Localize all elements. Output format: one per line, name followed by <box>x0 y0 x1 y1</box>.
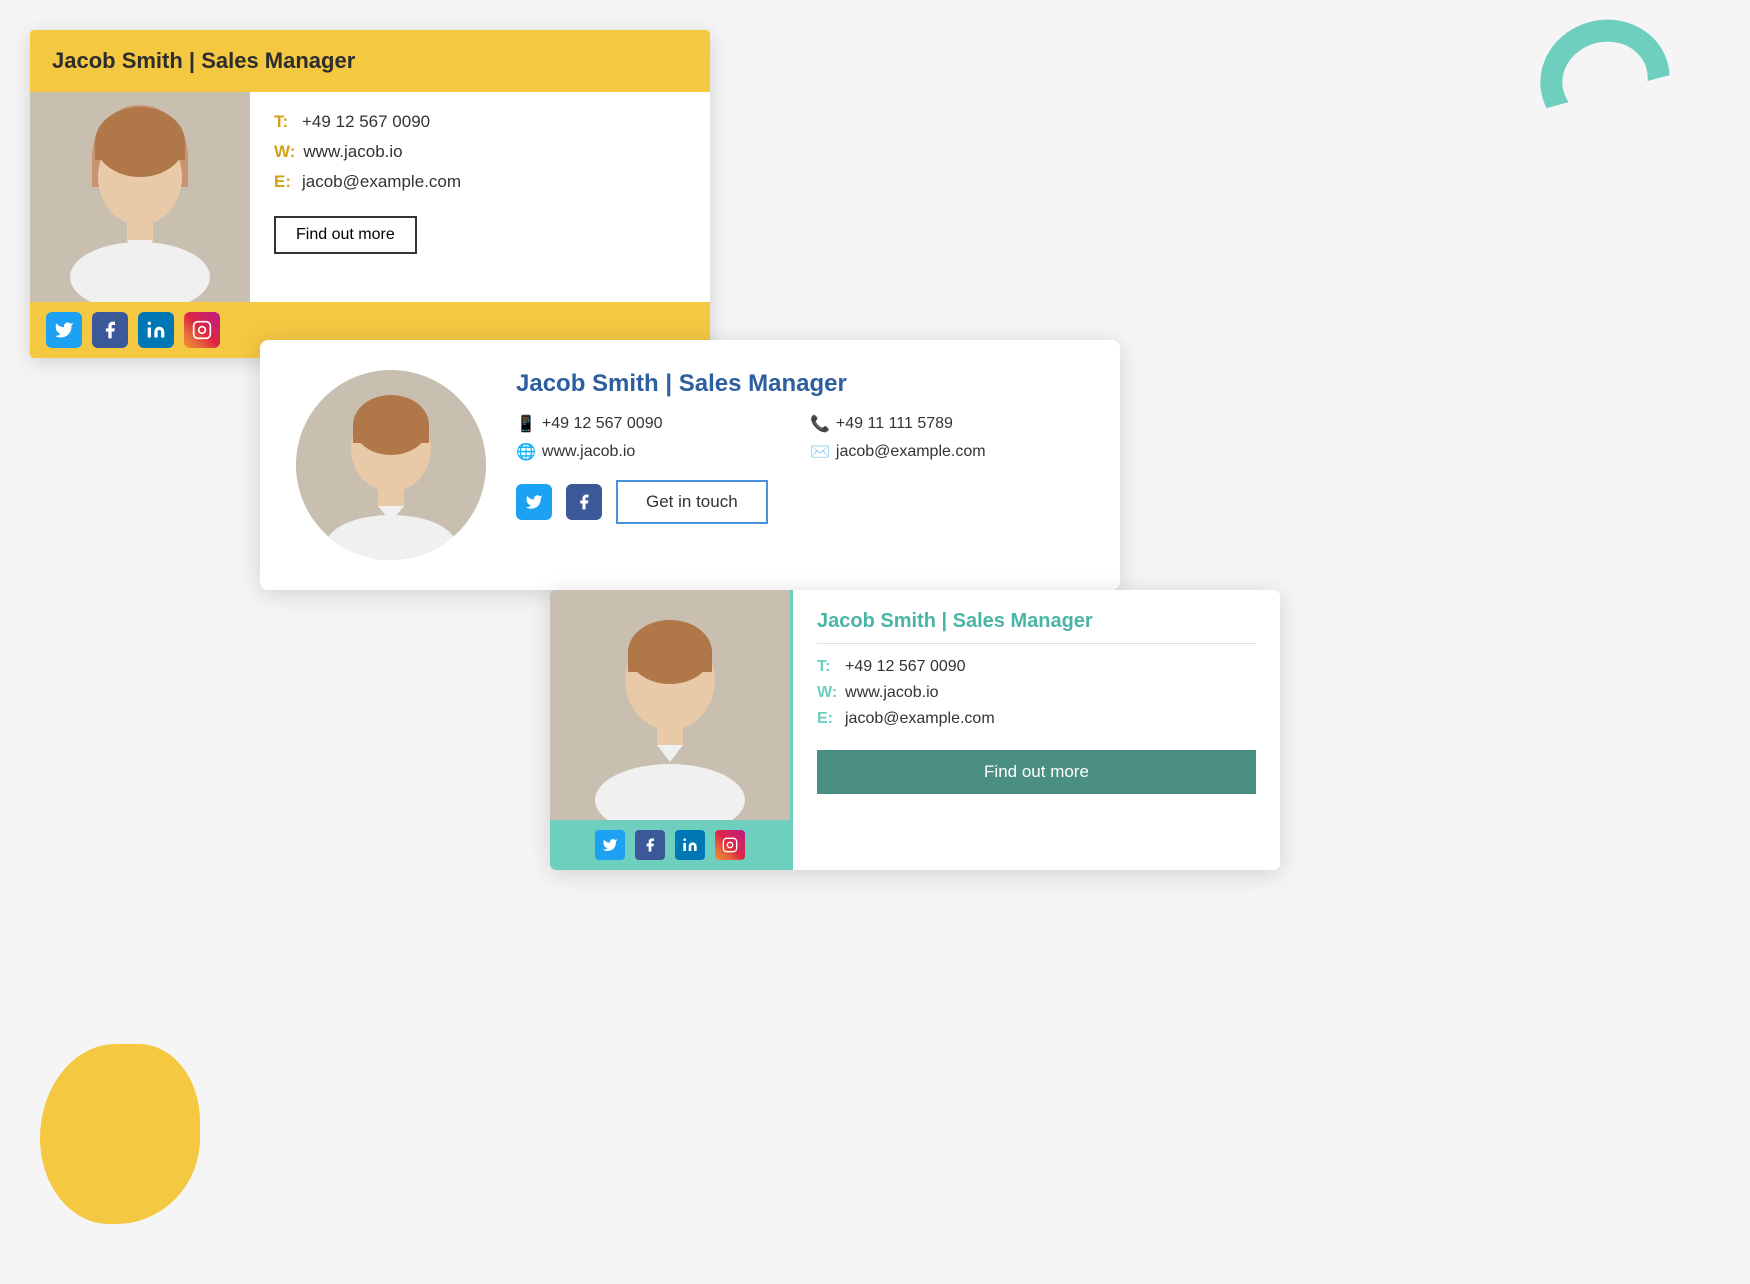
card3-social-footer <box>550 820 790 870</box>
signature-card-2: Jacob Smith | Sales Manager 📱 +49 12 567… <box>260 340 1120 590</box>
card3-instagram-icon[interactable] <box>715 830 745 860</box>
card2-facebook-icon[interactable] <box>566 484 602 520</box>
card1-photo <box>30 92 250 302</box>
card3-email-label: E: <box>817 710 837 728</box>
card2-phone-value: +49 11 111 5789 <box>836 415 953 433</box>
card2-email-item: ✉️ jacob@example.com <box>810 442 1084 462</box>
card1-cta-button[interactable]: Find out more <box>274 216 417 254</box>
card3-name: Jacob Smith <box>817 610 936 632</box>
mobile-icon: 📱 <box>516 414 536 434</box>
person-photo-svg-1 <box>30 92 250 302</box>
card2-twitter-icon[interactable] <box>516 484 552 520</box>
card1-phone-value: +49 12 567 0090 <box>302 112 430 132</box>
card2-web-item: 🌐 www.jacob.io <box>516 442 790 462</box>
card3-phone-label: T: <box>817 658 837 676</box>
card2-content: Jacob Smith | Sales Manager 📱 +49 12 567… <box>516 370 1084 524</box>
card2-contact-grid: 📱 +49 12 567 0090 📞 +49 11 111 5789 🌐 ww… <box>516 414 1084 462</box>
card1-body: T: +49 12 567 0090 W: www.jacob.io E: ja… <box>30 92 710 302</box>
card3-web-row: W: www.jacob.io <box>817 684 1256 702</box>
card3-content: Jacob Smith | Sales Manager T: +49 12 56… <box>790 590 1280 870</box>
teal-arc-decoration <box>1527 5 1684 155</box>
card3-phone-value: +49 12 567 0090 <box>845 658 966 676</box>
card2-photo <box>296 370 486 560</box>
card3-web-value: www.jacob.io <box>845 684 938 702</box>
card2-email-value: jacob@example.com <box>836 443 986 461</box>
card3-twitter-icon[interactable] <box>595 830 625 860</box>
card1-twitter-icon[interactable] <box>46 312 82 348</box>
card1-email-value: jacob@example.com <box>302 172 461 192</box>
card3-photo <box>550 590 790 820</box>
signature-card-3: Jacob Smith | Sales Manager T: +49 12 56… <box>550 590 1280 870</box>
card1-facebook-icon[interactable] <box>92 312 128 348</box>
card3-email-value: jacob@example.com <box>845 710 995 728</box>
card2-web-value: www.jacob.io <box>542 443 635 461</box>
card3-job-title: Sales Manager <box>953 610 1093 632</box>
globe-icon: 🌐 <box>516 442 536 462</box>
card1-web-row: W: www.jacob.io <box>274 142 686 162</box>
card1-info: T: +49 12 567 0090 W: www.jacob.io E: ja… <box>250 92 710 302</box>
card2-cta-button[interactable]: Get in touch <box>616 480 768 524</box>
person-photo-svg-2 <box>296 370 486 560</box>
card2-name-title: Jacob Smith | Sales Manager <box>516 370 1084 398</box>
card1-name-title: Jacob Smith | Sales Manager <box>52 48 355 73</box>
card3-web-label: W: <box>817 684 837 702</box>
card1-phone-row: T: +49 12 567 0090 <box>274 112 686 132</box>
card1-web-value: www.jacob.io <box>303 142 402 162</box>
card2-actions: Get in touch <box>516 480 1084 524</box>
card3-cta-button[interactable]: Find out more <box>817 750 1256 794</box>
card1-web-label: W: <box>274 142 295 162</box>
card3-phone-row: T: +49 12 567 0090 <box>817 658 1256 676</box>
card1-phone-label: T: <box>274 112 294 132</box>
phone-icon: 📞 <box>810 414 830 434</box>
card1-linkedin-icon[interactable] <box>138 312 174 348</box>
card1-instagram-icon[interactable] <box>184 312 220 348</box>
card2-mobile-value: +49 12 567 0090 <box>542 415 663 433</box>
card3-email-row: E: jacob@example.com <box>817 710 1256 728</box>
card1-email-label: E: <box>274 172 294 192</box>
card3-photo-wrapper <box>550 590 790 870</box>
card1-email-row: E: jacob@example.com <box>274 172 686 192</box>
card2-name: Jacob Smith <box>516 370 659 397</box>
card2-phone-item: 📞 +49 11 111 5789 <box>810 414 1084 434</box>
card3-facebook-icon[interactable] <box>635 830 665 860</box>
card3-separator: | <box>941 610 952 632</box>
card2-separator: | <box>665 370 678 397</box>
email-icon: ✉️ <box>810 442 830 462</box>
card2-mobile-item: 📱 +49 12 567 0090 <box>516 414 790 434</box>
yellow-blob-decoration <box>40 1044 200 1224</box>
signature-card-1: Jacob Smith | Sales Manager <box>30 30 710 358</box>
card3-name-title: Jacob Smith | Sales Manager <box>817 610 1256 644</box>
person-photo-svg-3 <box>550 590 790 820</box>
card3-linkedin-icon[interactable] <box>675 830 705 860</box>
card2-job-title: Sales Manager <box>679 370 847 397</box>
card1-header: Jacob Smith | Sales Manager <box>30 30 710 92</box>
